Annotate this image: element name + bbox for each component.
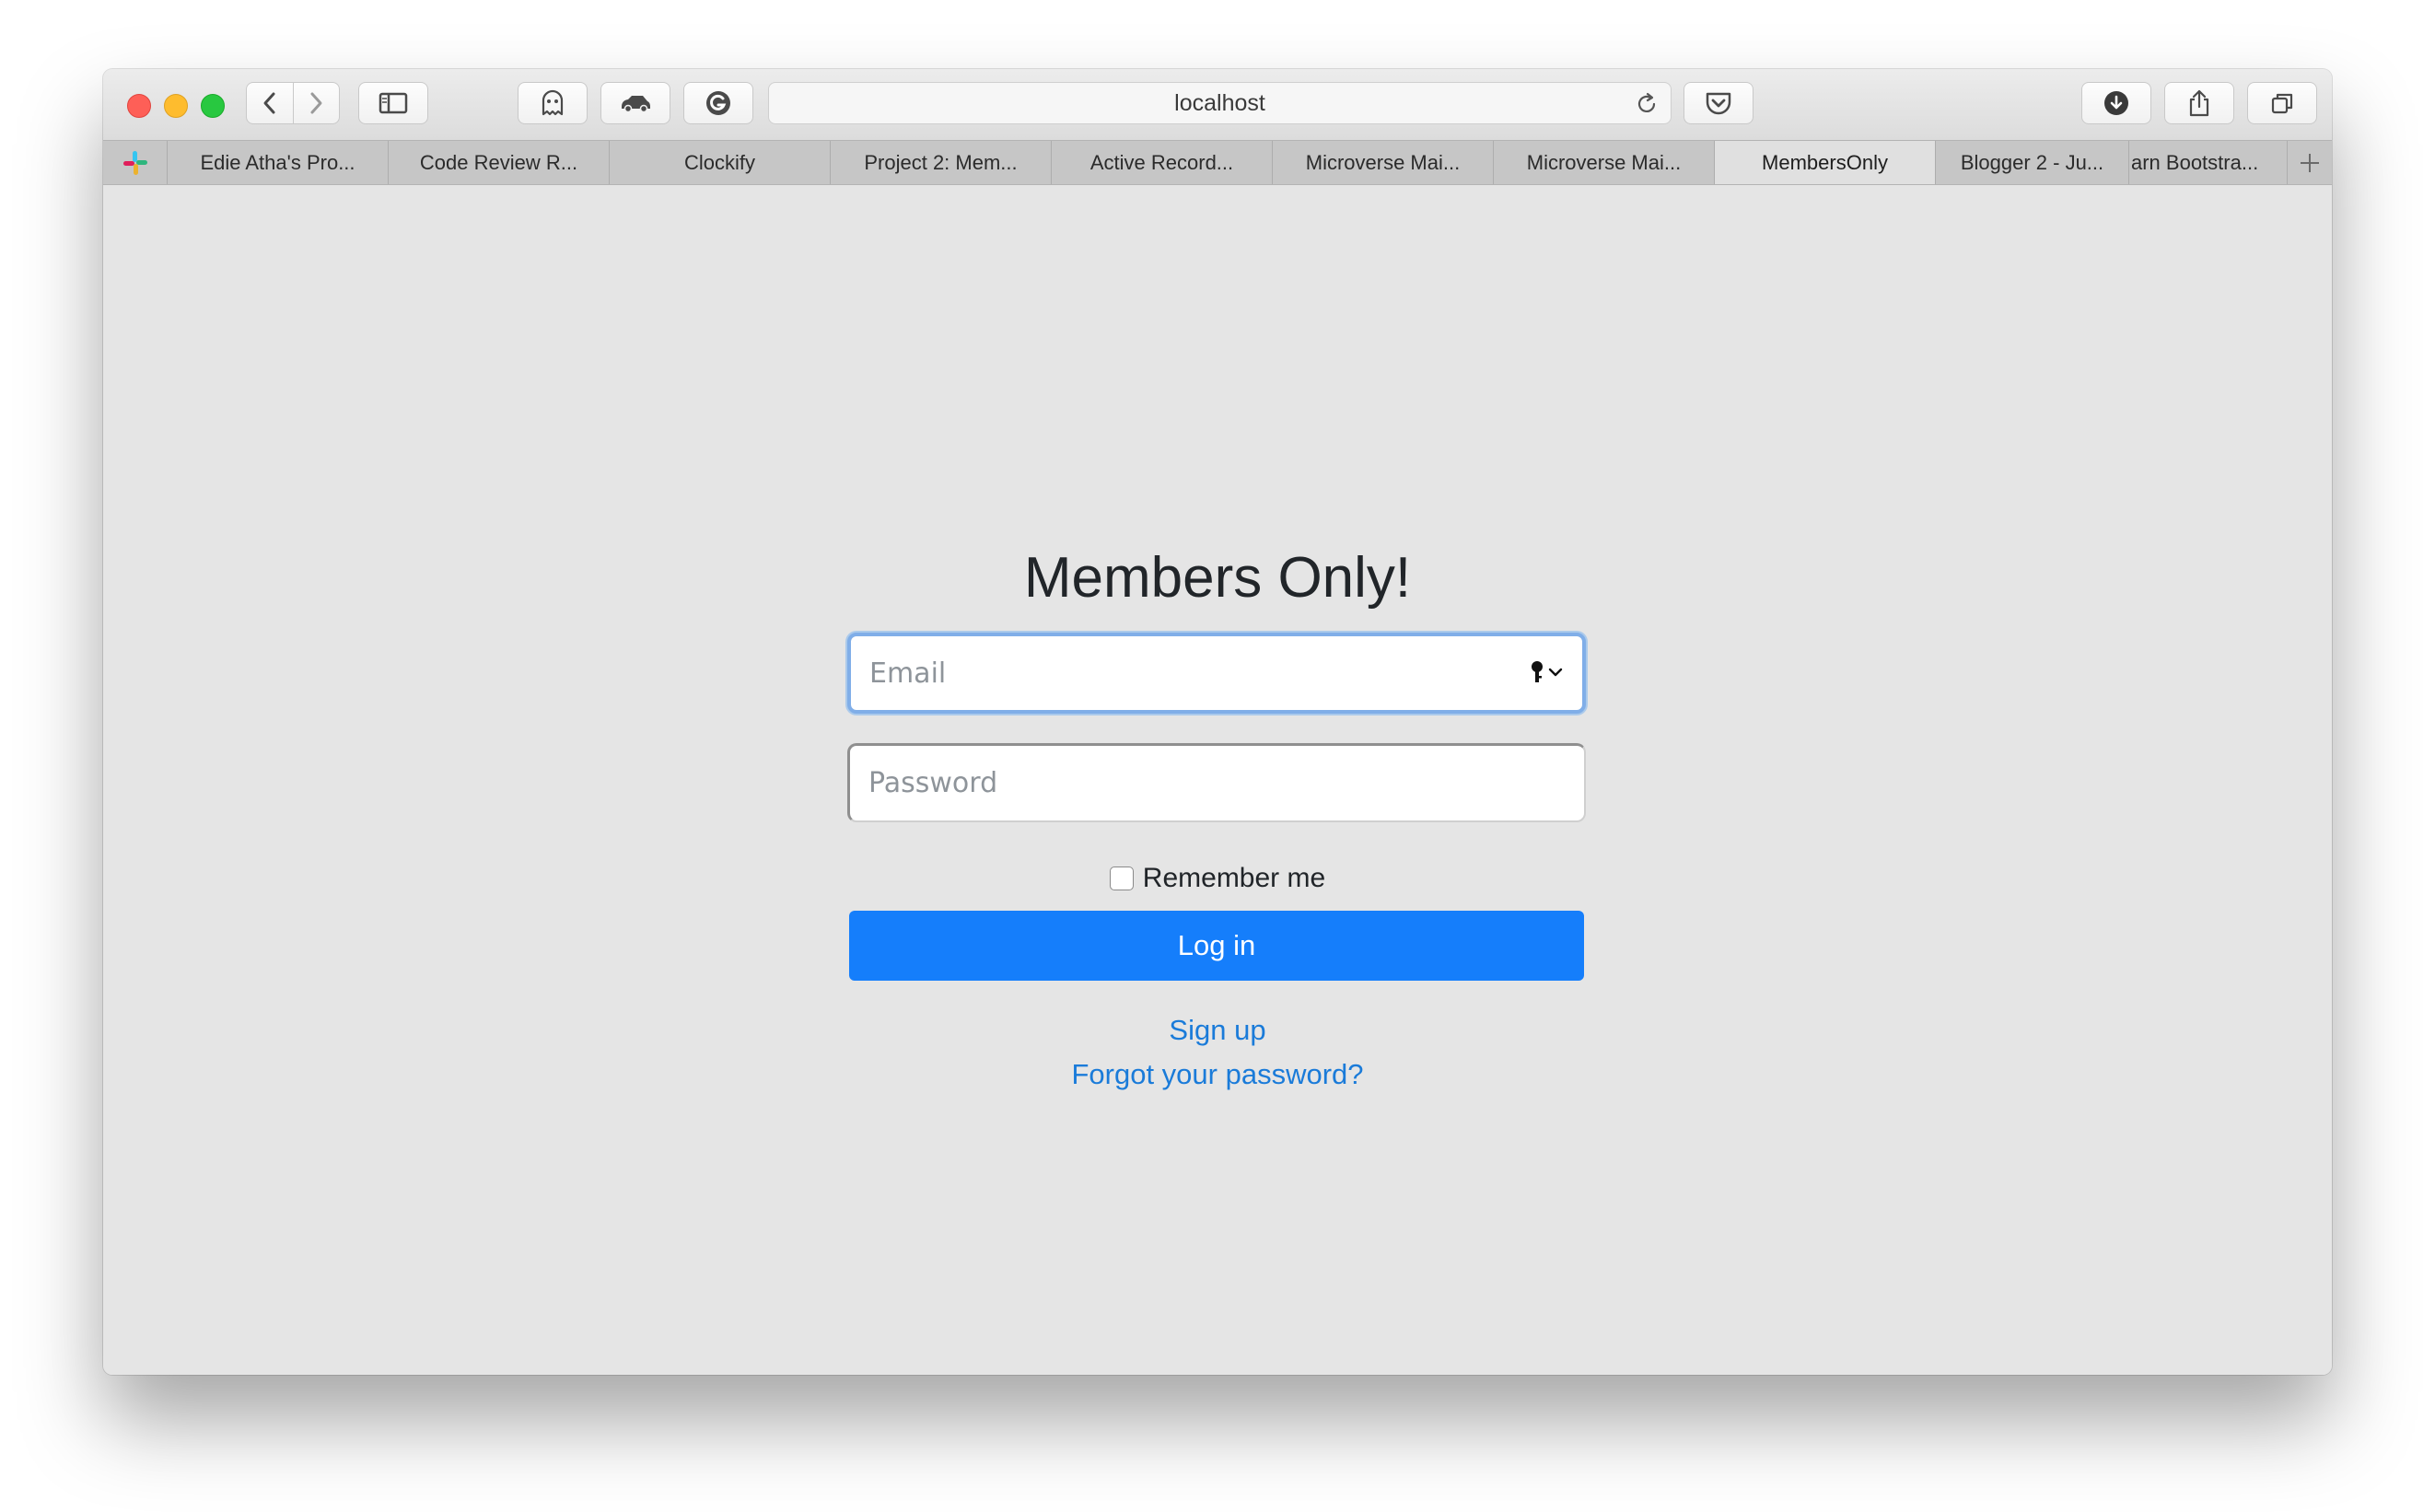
sign-up-link-text[interactable]: Sign up — [1169, 1014, 1265, 1046]
maximize-window-button[interactable] — [201, 94, 225, 118]
email-field[interactable] — [847, 633, 1586, 714]
tab-code-review[interactable]: Code Review R... — [389, 141, 610, 184]
tab-edie-atha[interactable]: Edie Atha's Pro... — [168, 141, 389, 184]
plus-icon — [2301, 153, 2319, 172]
password-field[interactable] — [847, 743, 1586, 822]
pocket-button[interactable] — [1684, 82, 1753, 124]
tab-active-record[interactable]: Active Record... — [1052, 141, 1273, 184]
tab-membersonly[interactable]: MembersOnly — [1715, 141, 1936, 184]
forward-button[interactable] — [292, 83, 340, 123]
slack-icon — [122, 150, 147, 175]
ghost-icon — [542, 89, 564, 116]
share-button[interactable] — [2164, 82, 2234, 124]
grammarly-extension-button[interactable] — [683, 82, 753, 124]
email-input[interactable] — [851, 636, 1582, 710]
downloads-button[interactable] — [2081, 82, 2151, 124]
share-icon — [2189, 89, 2209, 117]
pocket-icon — [1706, 92, 1731, 115]
tab-project-2[interactable]: Project 2: Mem... — [831, 141, 1052, 184]
download-icon — [2104, 91, 2128, 115]
reload-icon[interactable] — [1634, 91, 1660, 117]
keychain-autofill-button[interactable] — [1530, 660, 1564, 684]
sidebar-icon — [379, 92, 408, 114]
back-button[interactable] — [247, 83, 293, 123]
tab-microverse-1[interactable]: Microverse Mai... — [1273, 141, 1494, 184]
password-input[interactable] — [850, 746, 1584, 820]
forgot-password-link-text[interactable]: Forgot your password? — [1071, 1058, 1363, 1090]
chevron-left-icon — [263, 92, 275, 114]
tab-blogger-2[interactable]: Blogger 2 - Ju... — [1936, 141, 2129, 184]
minimize-window-button[interactable] — [164, 94, 188, 118]
grammarly-icon — [706, 91, 730, 115]
remember-me-checkbox[interactable] — [1109, 866, 1134, 890]
ghostery-extension-button[interactable] — [518, 82, 588, 124]
chevron-right-icon — [310, 92, 322, 114]
tab-microverse-2[interactable]: Microverse Mai... — [1494, 141, 1715, 184]
tabs-overview-icon — [2271, 93, 2293, 114]
page-title: Members Only! — [1023, 546, 1412, 610]
tab-learn-bootstrap[interactable]: arn Bootstra... — [2129, 141, 2288, 184]
page-content: Members Only! Remember me Log in Sign up… — [103, 185, 2332, 1375]
sign-up-link: Sign up — [103, 1014, 2332, 1047]
login-button[interactable]: Log in — [849, 911, 1584, 981]
browser-window: localhost Edie Atha's Pro... Code Review… — [103, 69, 2332, 1375]
key-icon — [1532, 661, 1543, 682]
browser-toolbar: localhost — [103, 69, 2332, 140]
address-text: localhost — [1174, 89, 1265, 116]
tab-clockify[interactable]: Clockify — [610, 141, 831, 184]
remember-me-label[interactable]: Remember me — [1143, 863, 1325, 894]
tab-overview-button[interactable] — [2247, 82, 2317, 124]
address-bar[interactable]: localhost — [768, 82, 1672, 124]
car-extension-button[interactable] — [600, 82, 670, 124]
history-nav — [246, 82, 340, 124]
remember-me-row: Remember me — [103, 863, 2332, 894]
new-tab-button[interactable] — [2288, 141, 2332, 184]
tab-bar: Edie Atha's Pro... Code Review R... Cloc… — [103, 140, 2332, 185]
chevron-down-icon — [1548, 668, 1563, 677]
car-icon — [622, 96, 650, 113]
forgot-password-link: Forgot your password? — [103, 1058, 2332, 1091]
pinned-tab-slack[interactable] — [103, 141, 168, 184]
close-window-button[interactable] — [127, 94, 151, 118]
sidebar-button[interactable] — [358, 82, 428, 124]
